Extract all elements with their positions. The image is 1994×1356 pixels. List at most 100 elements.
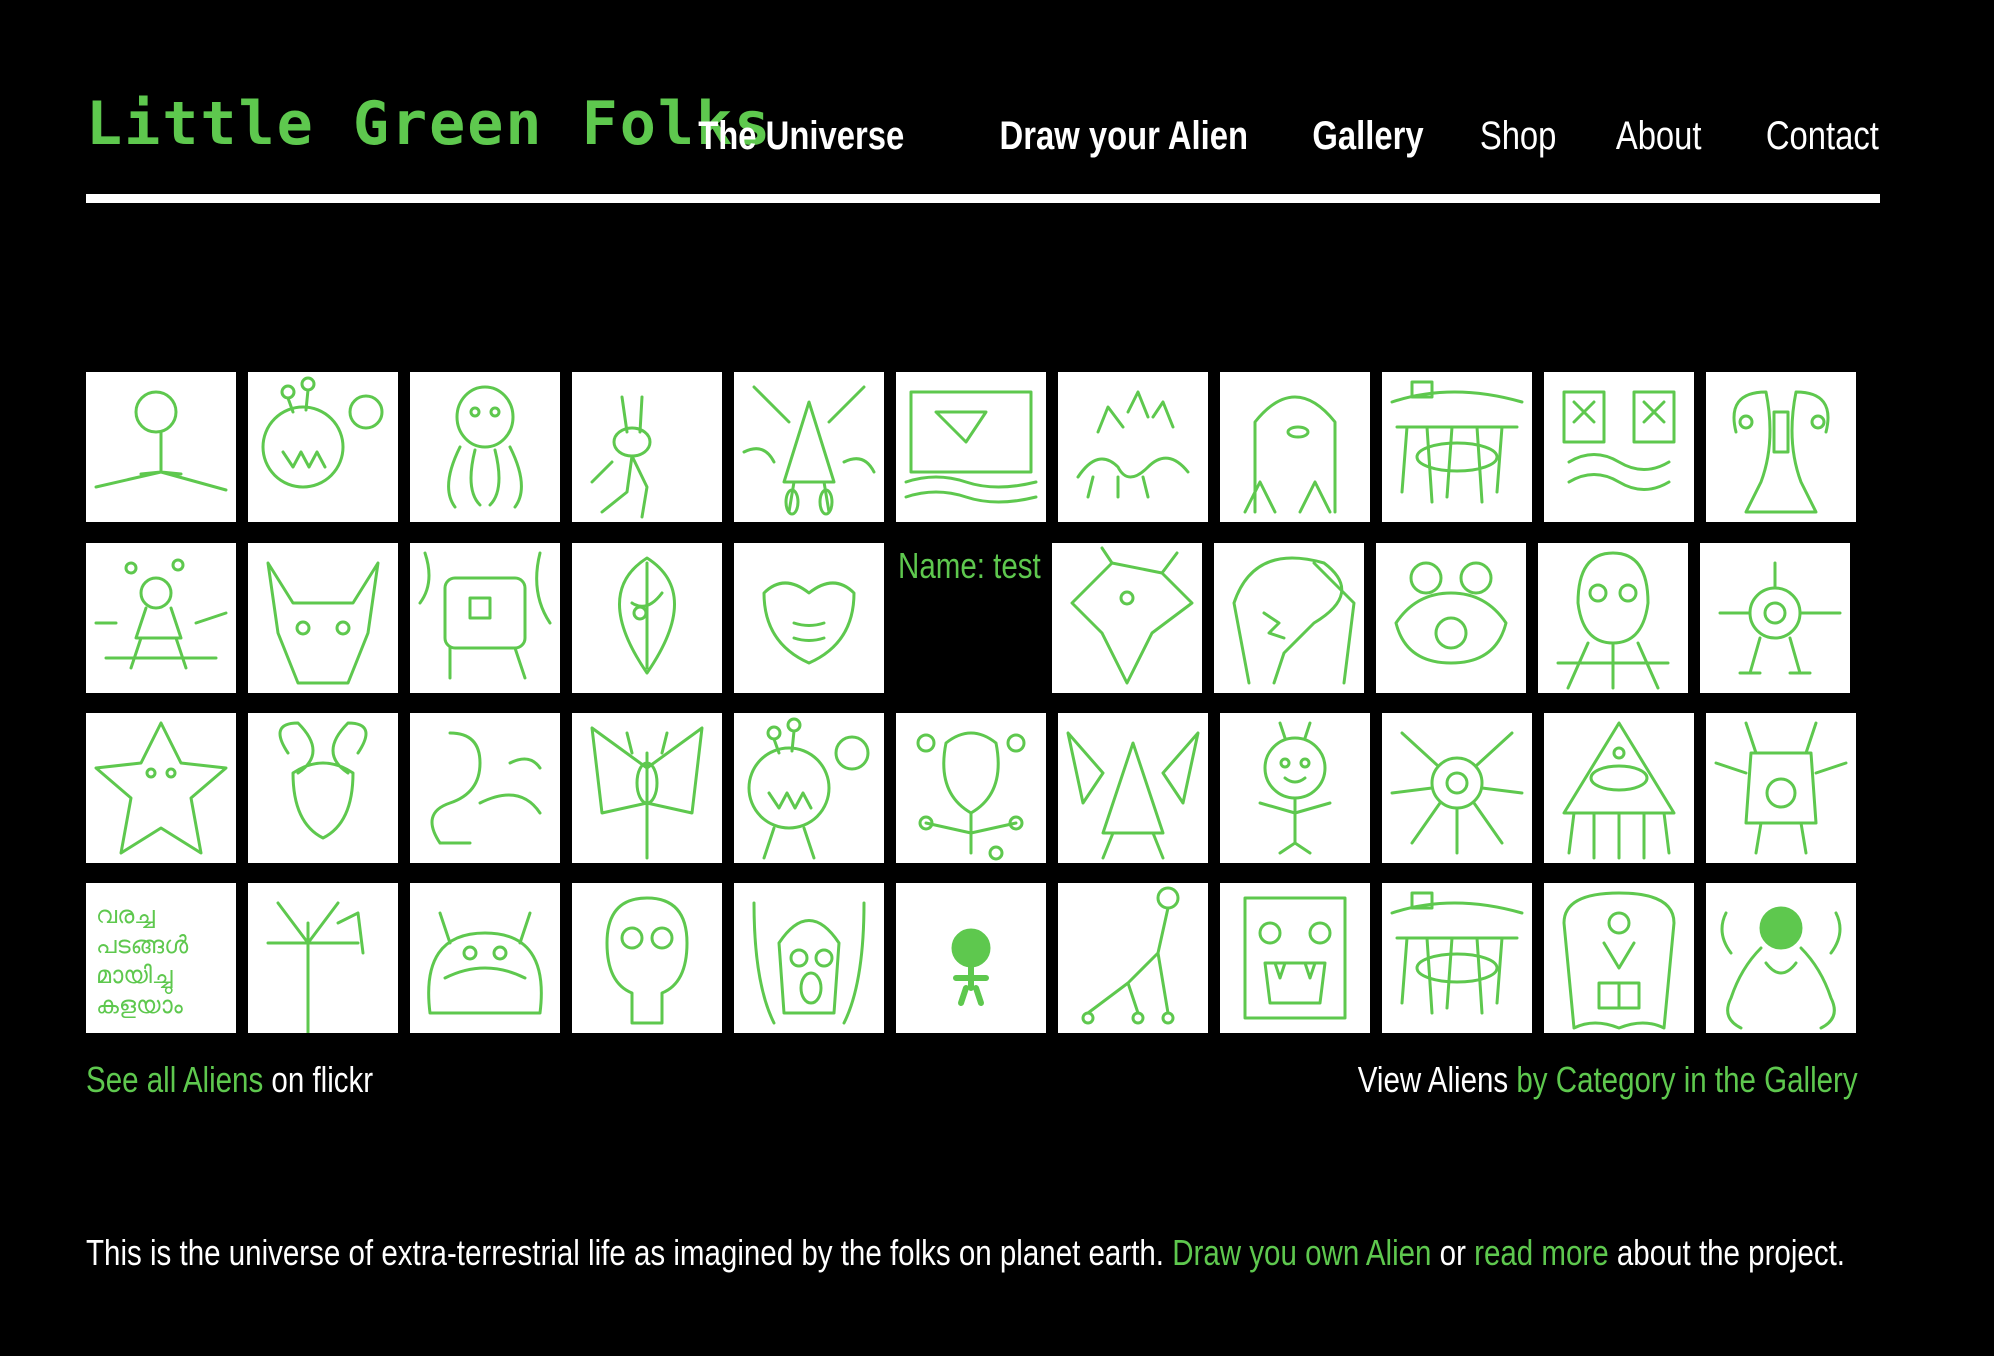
alien-drawing-icon (430, 731, 542, 845)
footer-intro: This is the universe of extra-terrestria… (86, 1232, 1173, 1273)
alien-drawing-icon (418, 551, 552, 680)
alien-drawing-icon (94, 721, 228, 855)
alien-tile-cyclops-star-alien[interactable] (1700, 543, 1850, 693)
alien-tile-spider-stick-alien[interactable] (86, 543, 236, 693)
alien-tile-pyramid-alien[interactable] (1544, 713, 1694, 863)
alien-drawing-icon (605, 896, 689, 1025)
alien-drawing-icon (1562, 721, 1676, 860)
alien-drawing-icon (742, 385, 876, 516)
alien-tile-screaming-ghost[interactable] (734, 883, 884, 1033)
alien-tile-skull-face[interactable] (572, 883, 722, 1033)
alien-tile-bulb-antenna-alien[interactable] (896, 713, 1046, 863)
alien-drawing-icon (951, 928, 991, 1006)
alien-tile-balloon-walker[interactable] (1058, 883, 1208, 1033)
nav-the-universe[interactable]: The Universe (699, 108, 905, 164)
alien-tile-horned-beast[interactable] (1052, 543, 1202, 693)
gallery-links-row: See all Aliens on flickr View Aliens by … (86, 1055, 1858, 1105)
alien-drawing-icon (590, 395, 652, 519)
alien-tile-multi-head-creature[interactable] (1058, 372, 1208, 522)
see-all-aliens-link[interactable]: See all Aliens (86, 1059, 263, 1100)
nav-contact[interactable]: Contact (1766, 108, 1879, 164)
alien-tile-smiling-alien[interactable] (1220, 713, 1370, 863)
read-more-link[interactable]: read more (1474, 1232, 1609, 1273)
alien-drawing-icon (1732, 390, 1830, 514)
alien-tile-tall-monster[interactable] (1538, 543, 1688, 693)
alien-tile-tooth-ghost[interactable] (1544, 883, 1694, 1033)
alien-drawing-icon (1714, 721, 1848, 855)
alien-tile-one-eye-blob[interactable] (1220, 372, 1370, 522)
alien-tile-frog-alien[interactable] (1376, 543, 1526, 693)
alien-tile-star-person[interactable] (86, 713, 236, 863)
alien-tile-curly-arm-alien[interactable] (1706, 883, 1856, 1033)
alien-tile-tiny-skull[interactable] (896, 883, 1046, 1033)
alien-tile-antenna-blob-alien-2[interactable] (734, 713, 884, 863)
alien-tile-cross-eyes-alien[interactable] (1544, 372, 1694, 522)
alien-drawing-icon (590, 726, 704, 860)
alien-tile-hairy-monster[interactable] (410, 883, 560, 1033)
alien-tile-stick-figure-alien[interactable] (86, 372, 236, 522)
alien-tile-snake-alien[interactable] (410, 713, 560, 863)
alien-drawing-icon (618, 556, 676, 675)
alien-tile-antenna-blob-alien[interactable] (248, 372, 398, 522)
alien-drawing-icon (1243, 395, 1337, 514)
flickr-link-text: See all Aliens on flickr (86, 1055, 373, 1105)
alien-tile-bat-alien[interactable] (1058, 713, 1208, 863)
alien-drawing-icon (1390, 380, 1524, 504)
alien-drawing-icon (1070, 546, 1194, 685)
alien-tile-big-head-monster[interactable] (1214, 543, 1364, 693)
alien-tile-sun-eye-alien[interactable] (1382, 713, 1532, 863)
alien-tile-leaf-face-alien[interactable] (572, 543, 722, 693)
alien-drawing-icon (904, 390, 1038, 504)
alien-tile-island-scene-2[interactable] (1382, 883, 1532, 1033)
alien-tile-octopus-alien[interactable] (410, 372, 560, 522)
alien-drawing-icon (1556, 551, 1670, 690)
nav-gallery[interactable]: Gallery (1312, 108, 1423, 164)
footer-description: This is the universe of extra-terrestria… (86, 1228, 1845, 1278)
alien-drawing-icon (762, 581, 856, 665)
alien-drawing-icon (94, 558, 228, 670)
alien-drawing-icon (1394, 561, 1508, 665)
alien-tile-scribble-alien[interactable] (410, 543, 560, 693)
alien-drawing-icon (1390, 731, 1524, 855)
alien-drawing-icon (427, 911, 543, 1015)
alien-tile-butterfly-alien[interactable] (572, 713, 722, 863)
alien-drawing-icon (1390, 891, 1524, 1015)
flickr-suffix: on flickr (263, 1059, 374, 1100)
alien-tile-island-scene[interactable] (1382, 372, 1532, 522)
hover-name-label: Name: test (898, 545, 1041, 586)
alien-tile-heart-face-alien[interactable] (734, 543, 884, 693)
svg-text:കളയാം: കളയാം (96, 991, 184, 1019)
alien-tile-bunny-ear-alien[interactable] (572, 372, 722, 522)
svg-text:മായിച്ചു: മായിച്ചു (96, 961, 173, 994)
category-link-text: View Aliens by Category in the Gallery (1358, 1055, 1858, 1105)
alien-tile-tall-eyes-alien[interactable] (1706, 372, 1856, 522)
nav-shop[interactable]: Shop (1480, 108, 1557, 164)
alien-drawing-icon (1718, 561, 1842, 675)
alien-tile-horned-mask-alien[interactable] (248, 543, 398, 693)
nav-draw-your-alien[interactable]: Draw your Alien (999, 108, 1247, 164)
alien-drawing-icon (1562, 891, 1676, 1030)
alien-tile-stick-tree[interactable] (248, 883, 398, 1033)
header-divider (86, 194, 1880, 203)
alien-tile-landscape-drawing[interactable] (896, 372, 1046, 522)
alien-tile-box-monster[interactable] (1220, 883, 1370, 1033)
alien-drawing-icon (1076, 390, 1190, 499)
draw-own-alien-link[interactable]: Draw you own Alien (1172, 1232, 1431, 1273)
alien-drawing-icon (278, 721, 368, 840)
alien-drawing-icon (94, 390, 228, 492)
alien-tile-malayalam-text[interactable]: വരച്ച പടങ്ങൾ മായിച്ചു കളയാം (86, 883, 236, 1033)
view-aliens-prefix: View Aliens (1358, 1059, 1517, 1100)
alien-drawing-icon (1066, 731, 1200, 860)
alien-drawing-icon (266, 561, 380, 685)
alien-tile-triangle-legs-alien[interactable] (734, 372, 884, 522)
by-category-link[interactable]: by Category in the Gallery (1517, 1059, 1858, 1100)
nav-about[interactable]: About (1615, 108, 1701, 164)
alien-tile-winged-face[interactable] (248, 713, 398, 863)
alien-drawing-icon (1243, 896, 1347, 1020)
footer-or: or (1431, 1232, 1475, 1273)
alien-tile-peace-robot[interactable] (1706, 713, 1856, 863)
alien-drawing-icon (1562, 390, 1676, 491)
alien-drawing-icon: വരച്ചപടങ്ങൾമായിച്ചുകളയാം (96, 901, 189, 1019)
alien-drawing-icon (1258, 721, 1332, 855)
svg-text:വരച്ച: വരച്ച (96, 901, 155, 929)
